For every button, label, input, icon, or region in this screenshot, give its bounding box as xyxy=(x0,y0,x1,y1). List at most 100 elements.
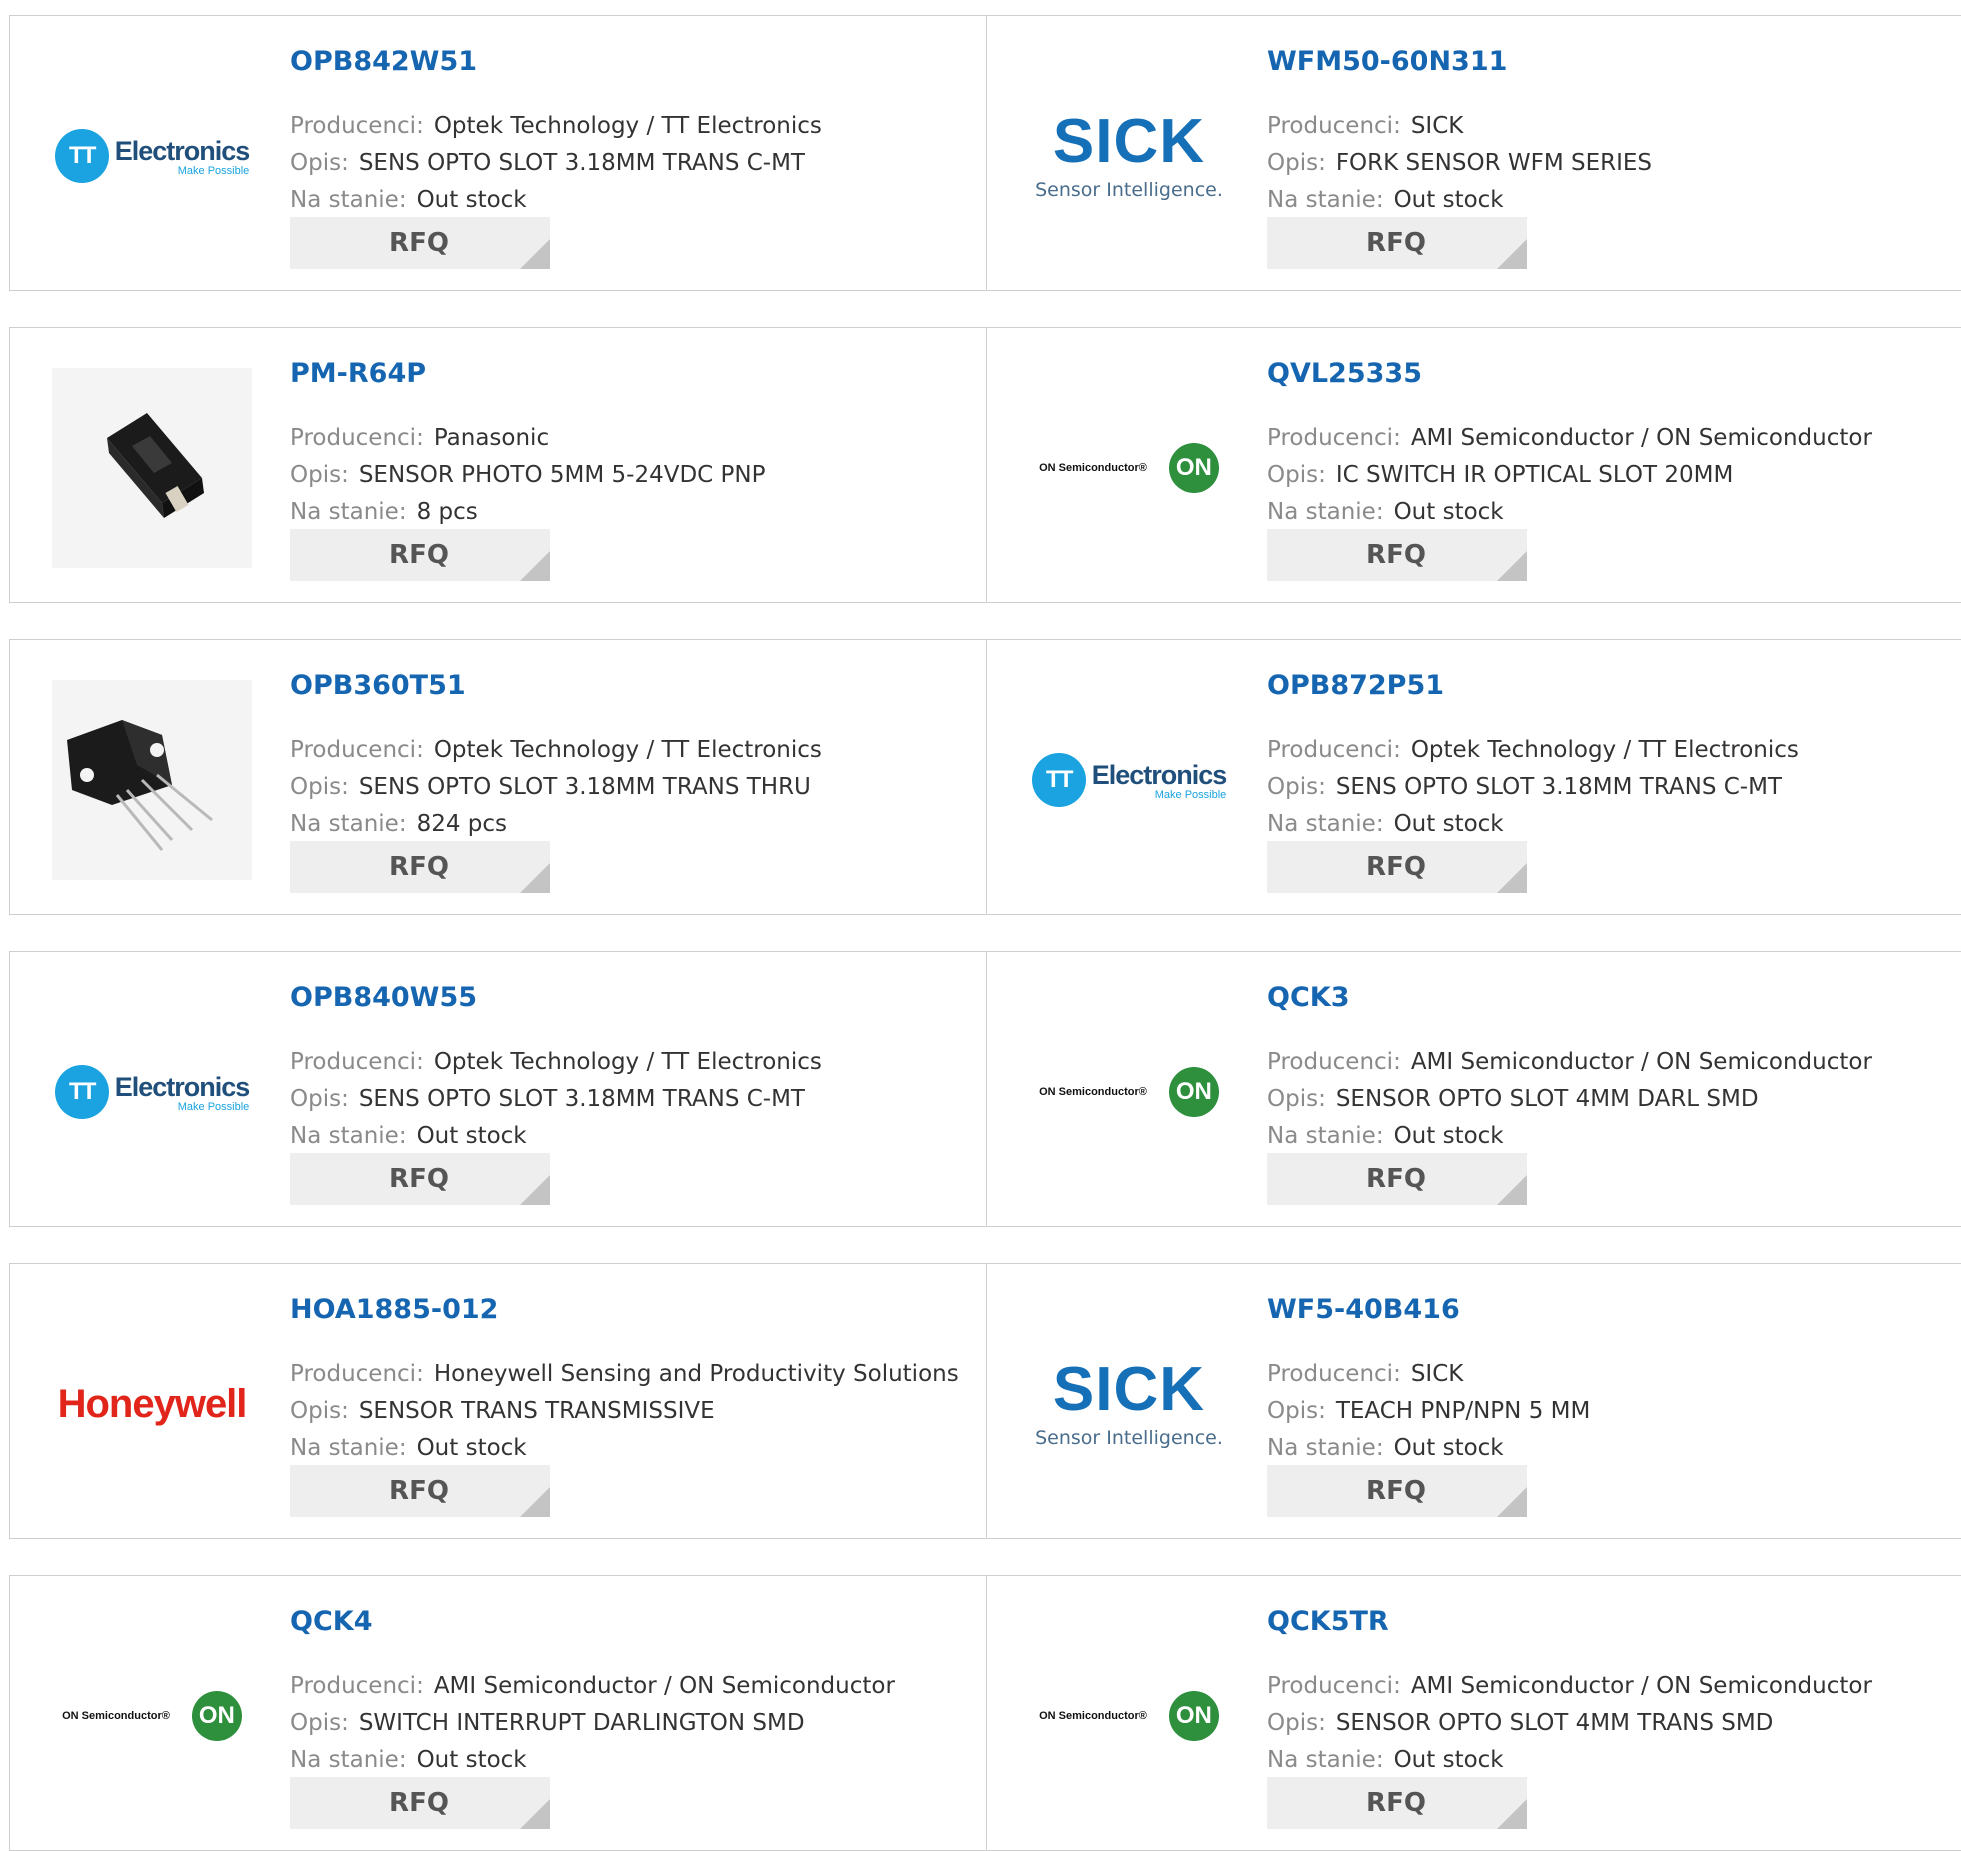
product-card: TT Electronics Make Possible OPB872P51 Pro… xyxy=(986,639,1961,915)
tt-tagline: Make Possible xyxy=(177,164,250,177)
part-number-link[interactable]: OPB360T51 xyxy=(290,670,466,701)
description-row: Opis: SENSOR OPTO SLOT 4MM DARL SMD xyxy=(1267,1086,1759,1112)
stock-row: Na stanie: Out stock xyxy=(290,1123,527,1149)
description-row: Opis: SENSOR TRANS TRANSMISSIVE xyxy=(290,1398,715,1424)
tt-electronics-logo: TT Electronics Make Possible xyxy=(1031,753,1227,807)
tt-mark-icon: TT xyxy=(54,1065,109,1119)
description-value: SENSOR PHOTO 5MM 5-24VDC PNP xyxy=(358,462,766,488)
rfq-button[interactable]: RFQ xyxy=(290,1777,550,1829)
part-number-link[interactable]: OPB872P51 xyxy=(1267,670,1444,701)
part-number-link[interactable]: HOA1885-012 xyxy=(290,1294,498,1325)
description-row: Opis: SENS OPTO SLOT 3.18MM TRANS C-MT xyxy=(290,1086,805,1112)
on-mark-icon: ON xyxy=(1168,1691,1219,1741)
rfq-button[interactable]: RFQ xyxy=(1267,841,1527,893)
part-number-link[interactable]: WF5-40B416 xyxy=(1267,1294,1460,1325)
part-number-link[interactable]: OPB840W55 xyxy=(290,982,477,1013)
rfq-button[interactable]: RFQ xyxy=(1267,1465,1527,1517)
rfq-button-label: RFQ xyxy=(389,540,449,570)
description-label: Opis: xyxy=(1267,1710,1326,1736)
description-row: Opis: SWITCH INTERRUPT DARLINGTON SMD xyxy=(290,1710,805,1736)
product-card: ON Semiconductor® ON QCK3 Producenci: AMI … xyxy=(986,951,1961,1227)
manufacturer-label: Producenci: xyxy=(1267,1673,1401,1699)
manufacturer-label: Producenci: xyxy=(290,1673,424,1699)
stock-row: Na stanie: Out stock xyxy=(1267,1123,1504,1149)
stock-value: Out stock xyxy=(416,187,527,213)
tt-mark-icon: TT xyxy=(1031,753,1086,807)
part-number-link[interactable]: QCK5TR xyxy=(1267,1606,1389,1637)
corner-fold-icon xyxy=(1497,1175,1527,1205)
photo-sensor-image xyxy=(52,368,252,568)
rfq-button[interactable]: RFQ xyxy=(1267,529,1527,581)
on-semi-name: ON Semiconductor® xyxy=(1039,1086,1147,1098)
rfq-button[interactable]: RFQ xyxy=(1267,1777,1527,1829)
part-number-link[interactable]: WFM50-60N311 xyxy=(1267,46,1507,77)
description-value: SENSOR TRANS TRANSMISSIVE xyxy=(358,1398,715,1424)
part-number-link[interactable]: QVL25335 xyxy=(1267,358,1422,389)
description-label: Opis: xyxy=(290,150,349,176)
manufacturer-logo: TT Electronics Make Possible xyxy=(50,992,254,1192)
description-row: Opis: SENS OPTO SLOT 3.18MM TRANS C-MT xyxy=(290,150,805,176)
stock-label: Na stanie: xyxy=(290,1747,407,1773)
corner-fold-icon xyxy=(520,551,550,581)
description-row: Opis: SENS OPTO SLOT 3.18MM TRANS C-MT xyxy=(1267,774,1782,800)
rfq-button[interactable]: RFQ xyxy=(290,1153,550,1205)
product-grid: TT Electronics Make Possible OPB842W51 Pro… xyxy=(0,0,1961,1851)
manufacturer-row: Producenci: SICK xyxy=(1267,1361,1463,1387)
manufacturer-value: Optek Technology / TT Electronics xyxy=(433,113,822,139)
rfq-button[interactable]: RFQ xyxy=(1267,217,1527,269)
stock-row: Na stanie: Out stock xyxy=(290,187,527,213)
stock-value: Out stock xyxy=(1393,499,1504,525)
corner-fold-icon xyxy=(520,863,550,893)
on-semi-name: ON Semiconductor® xyxy=(1039,1710,1147,1722)
product-card: PM-R64P Producenci: Panasonic Opis: SENSOR… xyxy=(9,327,989,603)
stock-label: Na stanie: xyxy=(290,499,407,525)
stock-row: Na stanie: Out stock xyxy=(1267,811,1504,837)
manufacturer-row: Producenci: Optek Technology / TT Electro… xyxy=(290,113,822,139)
stock-row: Na stanie: Out stock xyxy=(1267,499,1504,525)
manufacturer-value: SICK xyxy=(1410,113,1464,139)
rfq-button-label: RFQ xyxy=(389,1476,449,1506)
part-number-link[interactable]: PM-R64P xyxy=(290,358,426,389)
description-label: Opis: xyxy=(1267,1398,1326,1424)
part-number-link[interactable]: QCK3 xyxy=(1267,982,1349,1013)
on-semi-name: ON Semiconductor® xyxy=(62,1710,170,1722)
description-value: SENSOR OPTO SLOT 4MM DARL SMD xyxy=(1335,1086,1759,1112)
corner-fold-icon xyxy=(1497,863,1527,893)
stock-row: Na stanie: Out stock xyxy=(1267,1435,1504,1461)
corner-fold-icon xyxy=(520,1175,550,1205)
sick-logo: SICK Sensor Intelligence. xyxy=(1035,111,1223,202)
description-label: Opis: xyxy=(1267,1086,1326,1112)
rfq-button[interactable]: RFQ xyxy=(290,529,550,581)
manufacturer-label: Producenci: xyxy=(290,737,424,763)
description-label: Opis: xyxy=(1267,462,1326,488)
manufacturer-row: Producenci: AMI Semiconductor / ON Semico… xyxy=(1267,1049,1872,1075)
manufacturer-value: SICK xyxy=(1410,1361,1464,1387)
rfq-button-label: RFQ xyxy=(389,852,449,882)
rfq-button[interactable]: RFQ xyxy=(290,841,550,893)
stock-value: 8 pcs xyxy=(416,499,478,525)
sick-name: SICK xyxy=(1052,1355,1206,1424)
manufacturer-label: Producenci: xyxy=(1267,737,1401,763)
tt-name: Electronics xyxy=(114,1071,251,1102)
manufacturer-label: Producenci: xyxy=(1267,1361,1401,1387)
stock-label: Na stanie: xyxy=(1267,1435,1384,1461)
rfq-button[interactable]: RFQ xyxy=(290,1465,550,1517)
rfq-button-label: RFQ xyxy=(1366,1788,1426,1818)
part-number-link[interactable]: QCK4 xyxy=(290,1606,372,1637)
rfq-button[interactable]: RFQ xyxy=(290,217,550,269)
description-label: Opis: xyxy=(290,462,349,488)
rfq-button[interactable]: RFQ xyxy=(1267,1153,1527,1205)
product-card: ON Semiconductor® ON QCK5TR Producenci: AM… xyxy=(986,1575,1961,1851)
part-number-link[interactable]: OPB842W51 xyxy=(290,46,477,77)
description-label: Opis: xyxy=(290,1398,349,1424)
rfq-button-label: RFQ xyxy=(1366,852,1426,882)
manufacturer-logo: TT Electronics Make Possible xyxy=(50,56,254,256)
product-card: SICK Sensor Intelligence. WFM50-60N311 Pr… xyxy=(986,15,1961,291)
manufacturer-row: Producenci: Optek Technology / TT Electro… xyxy=(1267,737,1799,763)
on-semi-name: ON Semiconductor® xyxy=(1039,462,1147,474)
manufacturer-value: Honeywell Sensing and Productivity Solut… xyxy=(433,1361,959,1387)
stock-label: Na stanie: xyxy=(1267,187,1384,213)
description-value: FORK SENSOR WFM SERIES xyxy=(1335,150,1653,176)
corner-fold-icon xyxy=(520,1799,550,1829)
manufacturer-label: Producenci: xyxy=(290,1361,424,1387)
